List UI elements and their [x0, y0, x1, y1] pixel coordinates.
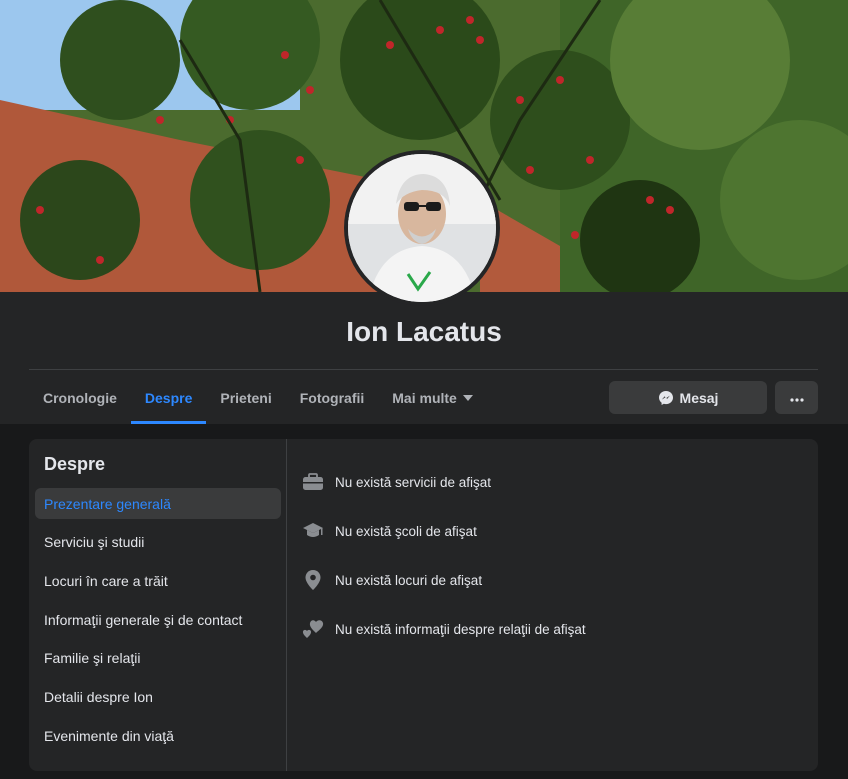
tab-mai-multe[interactable]: Mai multe: [378, 372, 487, 424]
tab-label: Prieteni: [220, 390, 272, 406]
about-card: Despre Prezentare generală Serviciu şi s…: [29, 439, 818, 771]
about-item-work-education[interactable]: Serviciu şi studii: [35, 527, 281, 558]
message-button-label: Mesaj: [679, 389, 719, 406]
info-text: Nu există şcoli de afişat: [335, 523, 477, 539]
about-item-label: Familie şi relaţii: [44, 650, 141, 667]
info-row-places: Nu există locuri de afişat: [301, 567, 586, 593]
about-item-label: Prezentare generală: [44, 495, 171, 512]
about-content: Nu există servicii de afişat Nu există ş…: [301, 469, 586, 665]
info-text: Nu există locuri de afişat: [335, 572, 483, 588]
tab-prieteni[interactable]: Prieteni: [206, 372, 285, 424]
tab-despre[interactable]: Despre: [130, 372, 207, 424]
more-dots-icon: [789, 389, 804, 407]
profile-avatar[interactable]: [344, 150, 500, 306]
profile-name: Ion Lacatus: [346, 316, 502, 347]
graduation-cap-icon: [301, 519, 325, 543]
about-menu: Prezentare generală Serviciu şi studii L…: [35, 488, 281, 759]
about-item-places[interactable]: Locuri în care a trăit: [35, 565, 281, 596]
about-item-label: Serviciu şi studii: [44, 534, 145, 551]
about-item-label: Informaţii generale şi de contact: [44, 611, 243, 628]
info-row-education: Nu există şcoli de afişat: [301, 518, 586, 544]
info-row-relationship: Nu există informaţii despre relaţii de a…: [301, 616, 586, 642]
tab-label: Despre: [144, 390, 193, 406]
header-divider: [29, 369, 818, 370]
profile-tabs: Cronologie Despre Prieteni Fotografii Ma…: [29, 372, 487, 424]
info-text: Nu există informaţii despre relaţii de a…: [335, 621, 586, 637]
tab-label: Fotografii: [299, 390, 365, 406]
about-item-life-events[interactable]: Evenimente din viaţă: [35, 720, 281, 751]
message-button[interactable]: Mesaj: [609, 381, 767, 414]
about-item-label: Evenimente din viaţă: [44, 727, 174, 744]
about-item-details[interactable]: Detalii despre Ion: [35, 681, 281, 712]
about-item-family[interactable]: Familie şi relaţii: [35, 643, 281, 674]
about-title: Despre: [44, 454, 106, 474]
tab-fotografii[interactable]: Fotografii: [286, 372, 379, 424]
hearts-icon: [301, 617, 325, 641]
about-sidebar: Despre Prezentare generală Serviciu şi s…: [29, 439, 287, 771]
tab-label: Mai multe: [392, 390, 457, 406]
tab-cronologie[interactable]: Cronologie: [29, 372, 131, 424]
messenger-icon: [658, 390, 674, 406]
caret-down-icon: [462, 395, 473, 401]
about-item-overview[interactable]: Prezentare generală: [35, 488, 281, 519]
info-row-work: Nu există servicii de afişat: [301, 469, 586, 495]
about-item-contact[interactable]: Informaţii generale şi de contact: [35, 604, 281, 635]
briefcase-icon: [301, 470, 325, 494]
about-item-label: Locuri în care a trăit: [44, 572, 168, 589]
info-text: Nu există servicii de afişat: [335, 474, 492, 490]
about-item-label: Detalii despre Ion: [44, 688, 153, 705]
more-options-button[interactable]: [775, 381, 818, 414]
profile-photo: [348, 154, 496, 302]
location-pin-icon: [301, 568, 325, 592]
tab-label: Cronologie: [43, 390, 117, 406]
